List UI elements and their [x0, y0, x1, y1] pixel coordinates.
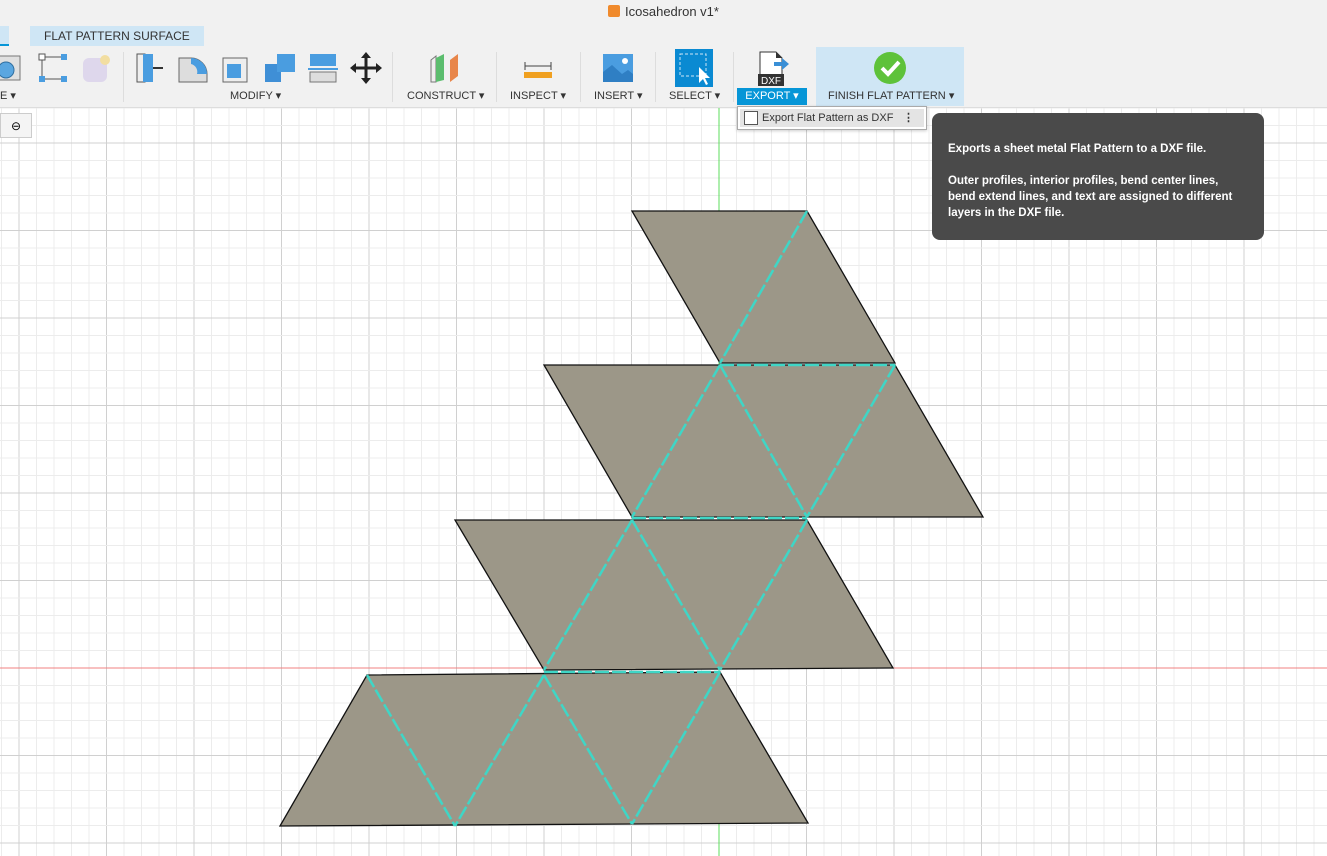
separator: [123, 52, 124, 102]
separator: [392, 52, 393, 102]
select-menu[interactable]: SELECT ▾: [669, 89, 720, 102]
finish-label-wrap: FINISH FLAT PATTERN ▾: [828, 90, 955, 102]
menu-item-label: Export Flat Pattern as DXF: [762, 112, 894, 124]
create-menu[interactable]: E ▾: [0, 89, 16, 102]
separator: [580, 52, 581, 102]
sketch-dimension-icon[interactable]: [37, 52, 69, 84]
flat-pattern-face: [278, 671, 810, 827]
menu-item-export-flat-pattern-dxf[interactable]: Export Flat Pattern as DXF ⋮: [740, 109, 924, 127]
shell-icon[interactable]: [221, 52, 253, 84]
fillet-icon[interactable]: [177, 52, 209, 84]
title-bar: Icosahedron v1*: [0, 0, 1327, 24]
more-options-icon[interactable]: ⋮: [903, 109, 914, 127]
inspect-label: INSPECT: [510, 90, 558, 102]
appearance-icon[interactable]: [80, 52, 112, 84]
export-dropdown: Export Flat Pattern as DXF ⋮: [737, 106, 927, 130]
dxf-export-icon[interactable]: DXF: [756, 50, 790, 87]
inspect-menu[interactable]: INSPECT ▾: [510, 89, 566, 102]
select-window-icon[interactable]: [675, 49, 713, 87]
modify-label: MODIFY: [230, 90, 273, 102]
create-label: E: [0, 90, 8, 102]
dxf-file-icon: [744, 111, 758, 125]
insert-menu[interactable]: INSERT ▾: [594, 89, 643, 102]
export-menu[interactable]: EXPORT ▾: [737, 88, 807, 105]
tooltip: Exports a sheet metal Flat Pattern to a …: [932, 113, 1264, 240]
finish-flat-pattern-button[interactable]: FINISH FLAT PATTERN ▾: [816, 47, 964, 106]
insert-image-icon[interactable]: [602, 52, 634, 84]
construct-plane-icon[interactable]: [428, 52, 460, 84]
checkmark-icon: [874, 52, 906, 84]
measure-icon[interactable]: [522, 52, 554, 84]
create-flange-icon[interactable]: [0, 52, 26, 84]
tab-bar: FLAT PATTERN SURFACE: [0, 24, 1327, 46]
tooltip-line-2: Outer profiles, interior profiles, bend …: [948, 175, 1233, 219]
split-body-icon[interactable]: [307, 52, 339, 84]
document-cube-icon: [608, 5, 621, 17]
tooltip-line-1: Exports a sheet metal Flat Pattern to a …: [948, 143, 1207, 155]
insert-label: INSERT: [594, 90, 634, 102]
tab-flat-pattern-surface[interactable]: FLAT PATTERN SURFACE: [30, 26, 204, 46]
press-pull-icon[interactable]: [135, 52, 167, 84]
combine-icon[interactable]: [264, 52, 296, 84]
finish-label: FINISH FLAT PATTERN: [828, 90, 946, 102]
separator: [655, 52, 656, 102]
construct-menu[interactable]: CONSTRUCT ▾: [407, 89, 484, 102]
separator: [733, 52, 734, 102]
tab-sheet-metal[interactable]: [0, 26, 9, 46]
document-title: Icosahedron v1*: [625, 4, 719, 19]
collapse-browser-button[interactable]: ⊖: [0, 113, 32, 138]
flat-pattern-face: [453, 519, 895, 671]
dxf-icon-text: DXF: [761, 76, 781, 86]
separator: [496, 52, 497, 102]
move-icon[interactable]: [350, 52, 382, 84]
export-label: EXPORT: [745, 90, 791, 102]
toolbar: E ▾ MODIFY ▾ CONSTRUCT ▾ INSPECT ▾ INSER…: [0, 46, 1327, 108]
select-label: SELECT: [669, 90, 712, 102]
modify-menu[interactable]: MODIFY ▾: [230, 89, 281, 102]
construct-label: CONSTRUCT: [407, 90, 476, 102]
